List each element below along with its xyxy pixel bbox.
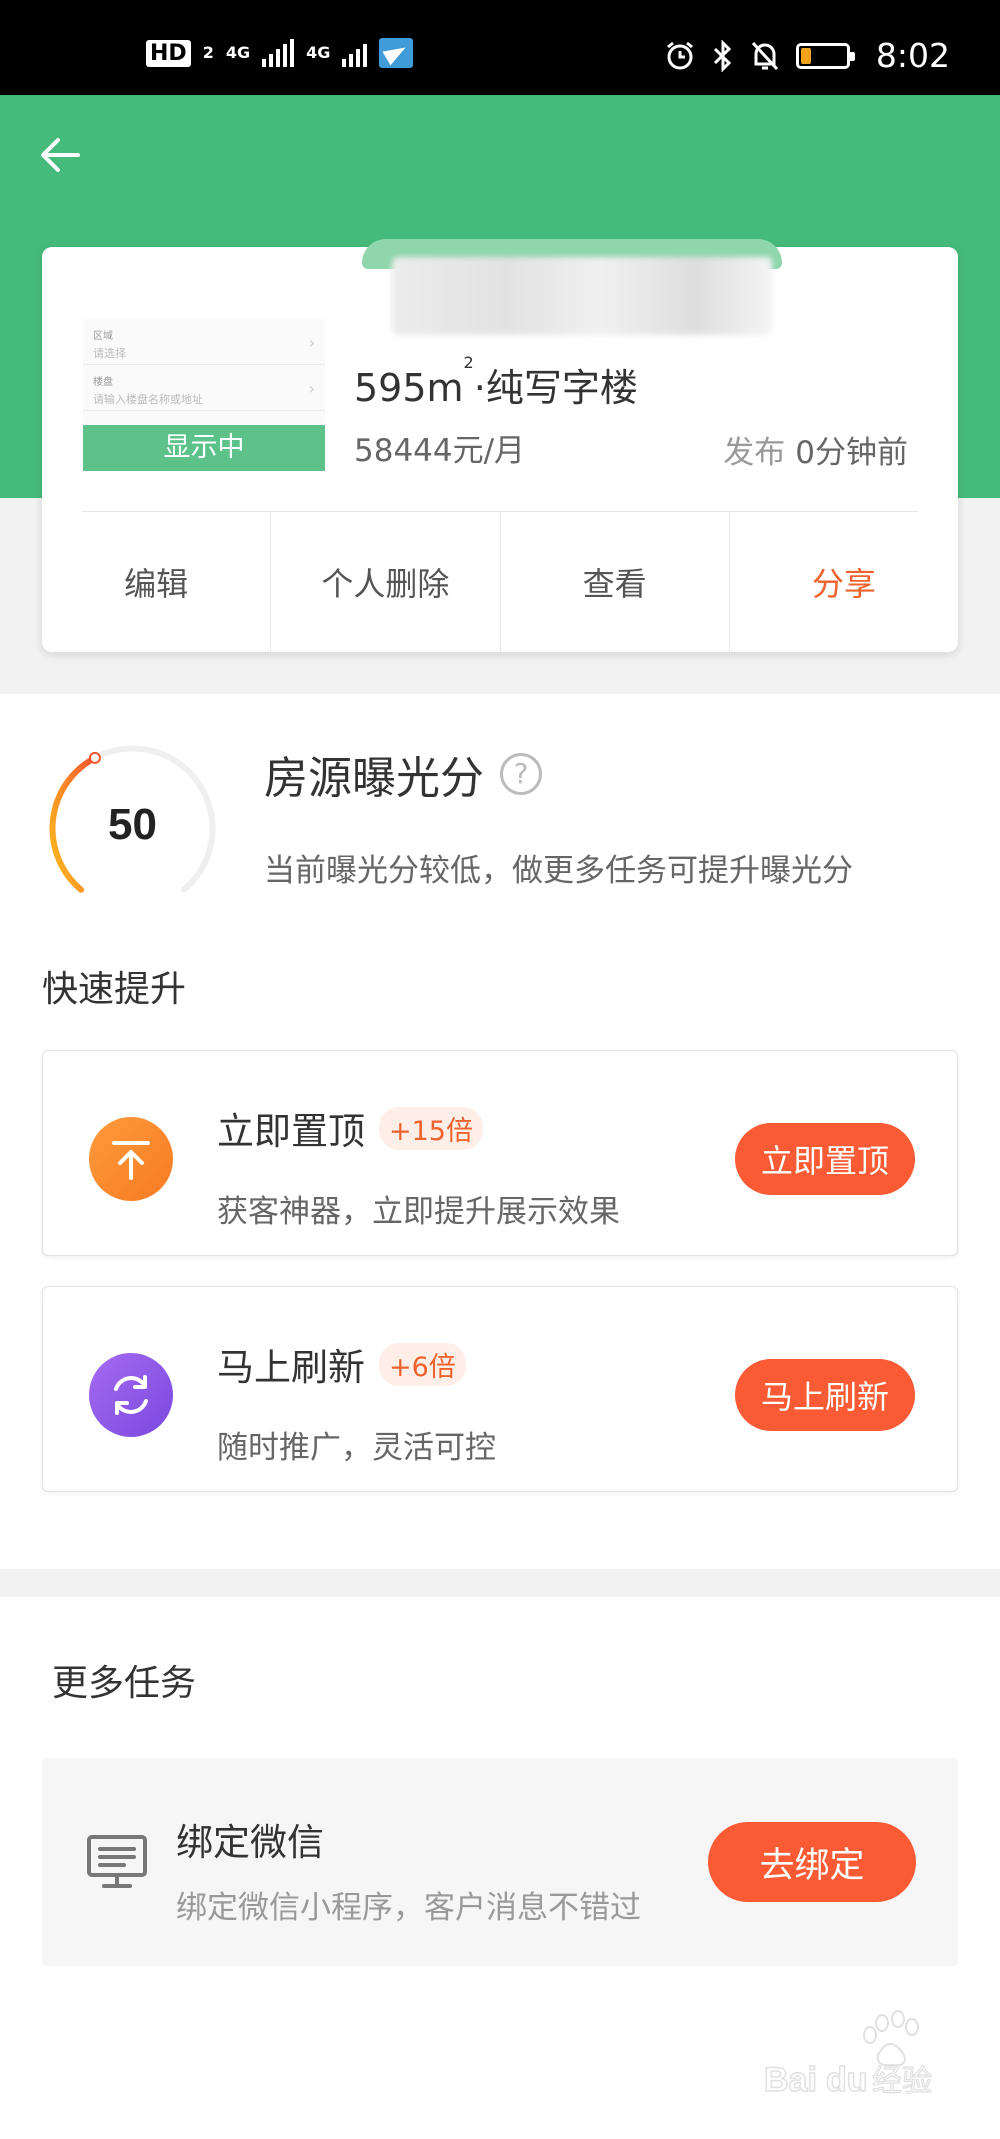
listing-actions: 编辑 个人删除 查看 分享	[42, 512, 958, 652]
baidu-watermark-logo: Bai du 经验	[764, 2010, 933, 2099]
score-title-text: 房源曝光分	[264, 753, 484, 804]
task-card-refresh: 马上刷新 +6倍 随时推广，灵活可控 马上刷新	[42, 1286, 958, 1492]
thumb-row-building: 楼盘 请输入楼盘名称或地址	[83, 365, 325, 411]
listing-type: ·纯写字楼	[473, 366, 638, 410]
help-icon[interactable]: ?	[500, 753, 542, 795]
thumb-row-region: 区域 请选择	[83, 319, 325, 365]
listing-status-badge: 显示中	[83, 425, 325, 471]
hd-sub: 2	[202, 43, 214, 62]
publish-time: 0分钟前	[795, 435, 908, 471]
svg-text:du: du	[826, 2061, 868, 2099]
task-desc: 随时推广，灵活可控	[217, 1430, 496, 1466]
edit-button[interactable]: 编辑	[42, 512, 272, 652]
publish-info: 发布 0分钟前	[723, 427, 908, 472]
more-tasks-title: 更多任务	[52, 1654, 201, 1706]
listing-area-type: 595m2·纯写字楼	[354, 353, 638, 412]
clock: 8:02	[875, 36, 950, 75]
view-button[interactable]: 查看	[501, 512, 730, 652]
task-name: 马上刷新 +6倍	[217, 1337, 466, 1391]
network-label-1: 4G	[225, 43, 251, 62]
hd-badge: HD	[146, 39, 191, 67]
bind-wechat-desc: 绑定微信小程序，客户消息不错过	[176, 1890, 641, 1926]
exposure-score-title: 房源曝光分 ?	[264, 742, 542, 806]
monitor-icon	[87, 1835, 147, 1888]
notification-app-icon	[379, 38, 414, 68]
quick-improve-text: 快速提升	[42, 960, 191, 1012]
bind-wechat-card: 绑定微信 绑定微信小程序，客户消息不错过 去绑定	[42, 1758, 958, 1966]
svg-text:经验: 经验	[872, 2064, 932, 2099]
listing-price: 58444元/月	[354, 433, 526, 469]
task-desc: 获客神器，立即提升展示效果	[217, 1194, 620, 1230]
blurred-title	[352, 239, 782, 339]
battery-icon	[795, 42, 855, 69]
quick-improve-title: 快速提升	[42, 960, 191, 1012]
alarm-icon	[666, 41, 693, 69]
bind-wechat-title: 绑定微信	[176, 1821, 324, 1864]
section-gap	[0, 1569, 1000, 1597]
pin-top-button[interactable]: 立即置顶	[735, 1123, 915, 1195]
refresh-button[interactable]: 马上刷新	[735, 1359, 915, 1431]
task-badge: +6倍	[379, 1342, 466, 1386]
more-tasks-text: 更多任务	[52, 1654, 201, 1706]
task-badge: +15倍	[379, 1106, 483, 1150]
exposure-score-value: 50	[108, 800, 157, 849]
refresh-icon	[89, 1353, 173, 1437]
thumb-row-value: 请输入楼盘名称或地址	[93, 393, 203, 406]
bell-off-icon	[751, 41, 778, 70]
status-right: 8:02	[664, 36, 950, 75]
svg-text:Bai: Bai	[764, 2061, 817, 2099]
status-left: HD 2 4G 4G	[146, 38, 414, 68]
share-button[interactable]: 分享	[730, 512, 958, 652]
task-name: 立即置顶 +15倍	[217, 1101, 483, 1155]
task-card-top: 立即置顶 +15倍 获客神器，立即提升展示效果 立即置顶	[42, 1050, 958, 1256]
signal-icon	[262, 39, 295, 67]
arrow-left-icon[interactable]	[36, 130, 86, 180]
task-name-text: 马上刷新	[217, 1346, 365, 1389]
thumb-row-value: 请选择	[93, 347, 126, 360]
publish-label: 发布	[723, 435, 786, 471]
listing-card: 区域 请选择 楼盘 请输入楼盘名称或地址 显示中 595m2·纯写字楼 5844…	[42, 239, 958, 652]
area-superscript: 2	[463, 353, 474, 372]
bluetooth-icon	[713, 39, 732, 72]
listing-area: 595m	[354, 366, 464, 410]
thumb-row-label: 区域	[93, 331, 113, 342]
thumb-row-label: 楼盘	[93, 377, 113, 388]
status-bar: HD 2 4G 4G 8:02	[0, 0, 1000, 95]
listing-thumbnail[interactable]: 区域 请选择 楼盘 请输入楼盘名称或地址 显示中	[83, 319, 325, 471]
delete-button[interactable]: 个人删除	[271, 512, 501, 652]
signal-icon-2	[342, 39, 368, 67]
network-label-2: 4G	[306, 43, 331, 62]
exposure-score-desc: 当前曝光分较低，做更多任务可提升曝光分	[264, 853, 853, 889]
arrow-up-to-top-icon	[89, 1117, 173, 1201]
bind-wechat-button[interactable]: 去绑定	[708, 1822, 916, 1902]
task-name-text: 立即置顶	[217, 1110, 365, 1153]
